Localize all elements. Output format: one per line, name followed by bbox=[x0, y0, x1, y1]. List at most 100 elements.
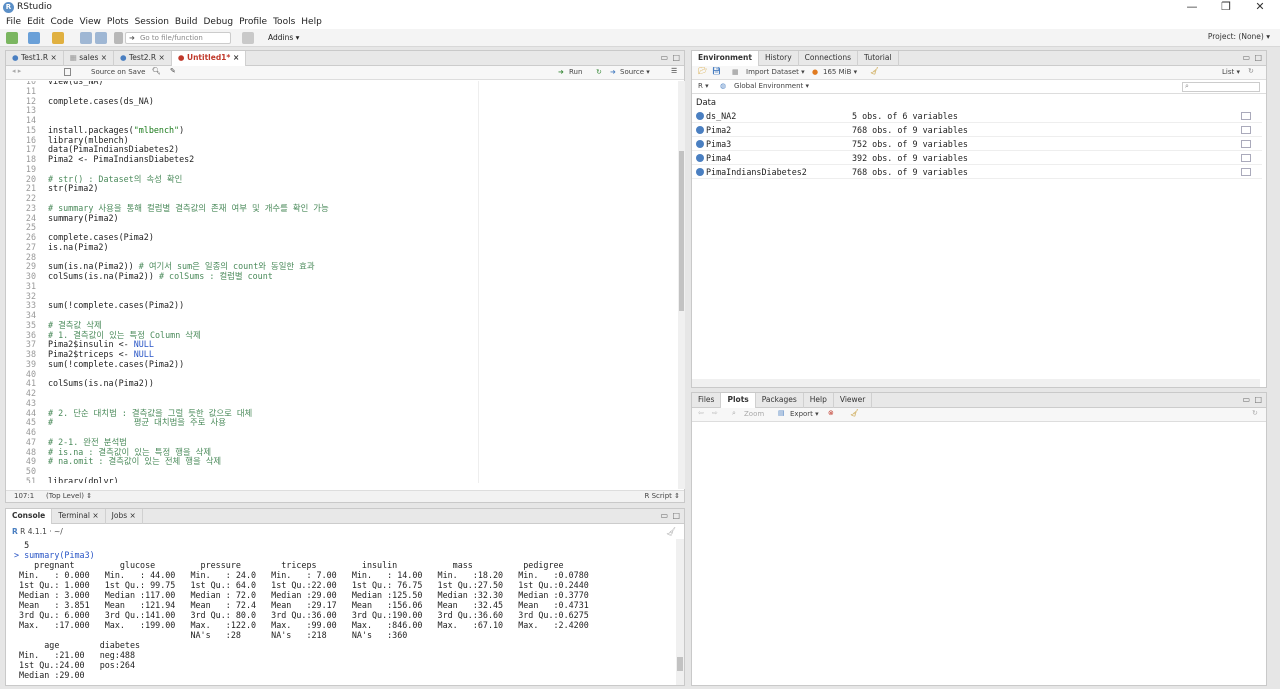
code-area[interactable]: 10 View(ds_NA) 11 12 complete.cases(ds_NA) 13… bbox=[6, 81, 678, 483]
code-line[interactable]: 24 summary(Pima2) bbox=[6, 213, 119, 223]
save-workspace-icon[interactable]: 💾︎ bbox=[712, 67, 721, 75]
code-line[interactable]: 20 # str() : Dataset의 속성 확인 bbox=[6, 174, 182, 184]
goto-file-input[interactable]: ➜ Go to file/function bbox=[125, 32, 231, 44]
import-dataset-button[interactable]: Import Dataset ▾ bbox=[746, 68, 805, 76]
maximize-icon[interactable]: ❐ bbox=[1209, 0, 1243, 15]
code-line[interactable]: 51 library(dplyr) bbox=[6, 476, 119, 483]
close-icon[interactable]: × bbox=[50, 53, 56, 62]
clear-console-icon[interactable]: 🧹︎ bbox=[666, 527, 676, 536]
code-line[interactable]: 48 # is.na : 결측값이 있는 특정 행을 삭제 bbox=[6, 447, 211, 457]
code-line[interactable]: 16 library(mlbench) bbox=[6, 135, 129, 145]
zoom-button[interactable]: Zoom bbox=[744, 410, 764, 418]
minimize-pane-icon[interactable]: ▭ bbox=[660, 53, 668, 62]
menu-code[interactable]: Code bbox=[51, 15, 74, 29]
menu-build[interactable]: Build bbox=[175, 15, 198, 29]
source-on-save-checkbox[interactable] bbox=[64, 68, 71, 76]
code-line[interactable]: 50 bbox=[6, 466, 48, 476]
environment-scope-selector[interactable]: Global Environment ▾ bbox=[734, 82, 809, 90]
code-line[interactable]: 45 # 평균 대치법을 주로 사용 bbox=[6, 417, 226, 427]
environment-hscrollbar[interactable] bbox=[692, 379, 1260, 387]
code-line[interactable]: 43 bbox=[6, 398, 48, 408]
expand-icon[interactable] bbox=[696, 112, 704, 120]
maximize-pane-icon[interactable]: □ bbox=[1254, 53, 1262, 62]
code-line[interactable]: 11 bbox=[6, 86, 48, 96]
code-line[interactable]: 47 # 2-1. 완전 분석법 bbox=[6, 437, 127, 447]
save-all-icon[interactable] bbox=[95, 32, 107, 44]
maximize-pane-icon[interactable]: □ bbox=[672, 511, 680, 520]
save-icon[interactable] bbox=[80, 32, 92, 44]
next-plot-icon[interactable]: ⇨ bbox=[712, 409, 718, 417]
tab-jobs[interactable]: Jobs × bbox=[106, 509, 143, 524]
tab-terminal[interactable]: Terminal × bbox=[52, 509, 106, 524]
tab-console[interactable]: Console bbox=[6, 509, 53, 524]
code-line[interactable]: 41 colSums(is.na(Pima2)) bbox=[6, 378, 154, 388]
code-line[interactable]: 37 Pima2$insulin <- NULL bbox=[6, 339, 154, 349]
prev-plot-icon[interactable]: ⇦ bbox=[698, 409, 704, 417]
code-line[interactable]: 33 sum(!complete.cases(Pima2)) bbox=[6, 300, 184, 310]
code-line[interactable]: 30 colSums(is.na(Pima2)) # colSums : 컬럼별 … bbox=[6, 271, 273, 281]
code-line[interactable]: 29 sum(is.na(Pima2)) # 여기서 sum은 일종의 count… bbox=[6, 261, 315, 271]
code-line[interactable]: 18 Pima2 <- PimaIndiansDiabetes2 bbox=[6, 154, 194, 164]
tab-untitled1[interactable]: ● Untitled1* × bbox=[171, 51, 247, 66]
scope-selector[interactable]: (Top Level) ⇕ bbox=[46, 491, 92, 502]
outline-icon[interactable]: ☰ bbox=[671, 67, 677, 75]
project-menu[interactable]: Project: (None) ▾ bbox=[1208, 32, 1270, 41]
view-table-icon[interactable] bbox=[1241, 140, 1251, 148]
memory-usage[interactable]: 165 MiB ▾ bbox=[823, 68, 857, 76]
code-line[interactable]: 39 sum(!complete.cases(Pima2)) bbox=[6, 359, 184, 369]
menu-tools[interactable]: Tools bbox=[273, 15, 295, 29]
code-line[interactable]: 38 Pima2$triceps <- NULL bbox=[6, 349, 154, 359]
remove-plot-icon[interactable]: ⊗ bbox=[828, 409, 834, 417]
console-output[interactable]: 5 > summary(Pima3) pregnant glucose press… bbox=[6, 540, 676, 685]
minimize-icon[interactable]: — bbox=[1175, 0, 1209, 15]
new-project-icon[interactable] bbox=[28, 32, 40, 44]
maximize-pane-icon[interactable]: □ bbox=[672, 53, 680, 62]
tab-viewer[interactable]: Viewer bbox=[834, 393, 873, 408]
environment-search-input[interactable]: ⌕ bbox=[1182, 82, 1260, 92]
environment-row[interactable]: Pima4 392 obs. of 9 variables bbox=[692, 151, 1262, 165]
menu-help[interactable]: Help bbox=[301, 15, 322, 29]
tab-test1[interactable]: ● Test1.R × bbox=[6, 51, 64, 66]
tab-plots[interactable]: Plots bbox=[721, 393, 756, 408]
new-file-icon[interactable] bbox=[6, 32, 18, 44]
editor-scrollbar[interactable] bbox=[678, 81, 685, 489]
code-line[interactable]: 44 # 2. 단순 대치법 : 결측값을 그럴 듯한 값으로 대체 bbox=[6, 408, 252, 418]
code-line[interactable]: 35 # 결측값 삭제 bbox=[6, 320, 102, 330]
console-scroll-thumb[interactable] bbox=[677, 657, 683, 671]
code-line[interactable]: 22 bbox=[6, 193, 48, 203]
back-icon[interactable]: ◂ ▸ bbox=[12, 67, 21, 75]
maximize-pane-icon[interactable]: □ bbox=[1254, 395, 1262, 404]
code-line[interactable]: 42 bbox=[6, 388, 48, 398]
menu-session[interactable]: Session bbox=[135, 15, 169, 29]
code-line[interactable]: 12 complete.cases(ds_NA) bbox=[6, 96, 154, 106]
addins-menu[interactable]: Addins ▾ bbox=[268, 33, 299, 42]
environment-row[interactable]: Pima3 752 obs. of 9 variables bbox=[692, 137, 1262, 151]
code-line[interactable]: 26 complete.cases(Pima2) bbox=[6, 232, 154, 242]
code-line[interactable]: 31 bbox=[6, 281, 48, 291]
close-icon[interactable]: × bbox=[101, 53, 107, 62]
code-line[interactable]: 15 install.packages("mlbench") bbox=[6, 125, 184, 135]
minimize-pane-icon[interactable]: ▭ bbox=[660, 511, 668, 520]
source-button[interactable]: Source ▾ bbox=[620, 68, 650, 76]
environment-row[interactable]: Pima2 768 obs. of 9 variables bbox=[692, 123, 1262, 137]
expand-icon[interactable] bbox=[696, 168, 704, 176]
environment-row[interactable]: ds_NA2 5 obs. of 6 variables bbox=[692, 109, 1262, 123]
clear-broom-icon[interactable]: 🧹︎ bbox=[870, 67, 879, 75]
view-table-icon[interactable] bbox=[1241, 112, 1251, 120]
code-line[interactable]: 36 # 1. 결측값이 있는 특정 Column 삭제 bbox=[6, 330, 201, 340]
close-icon[interactable]: × bbox=[159, 53, 165, 62]
tab-packages[interactable]: Packages bbox=[756, 393, 804, 408]
open-file-icon[interactable] bbox=[52, 32, 64, 44]
menu-file[interactable]: File bbox=[6, 15, 21, 29]
magic-wand-icon[interactable]: ✎ bbox=[170, 67, 176, 75]
menu-view[interactable]: View bbox=[80, 15, 101, 29]
code-line[interactable]: 40 bbox=[6, 369, 48, 379]
tab-tutorial[interactable]: Tutorial bbox=[858, 51, 899, 66]
menu-debug[interactable]: Debug bbox=[204, 15, 234, 29]
expand-icon[interactable] bbox=[696, 154, 704, 162]
clear-plots-icon[interactable]: 🧹︎ bbox=[850, 409, 859, 417]
expand-icon[interactable] bbox=[696, 140, 704, 148]
code-line[interactable]: 25 bbox=[6, 222, 48, 232]
code-line[interactable]: 27 is.na(Pima2) bbox=[6, 242, 109, 252]
tab-files[interactable]: Files bbox=[692, 393, 722, 408]
